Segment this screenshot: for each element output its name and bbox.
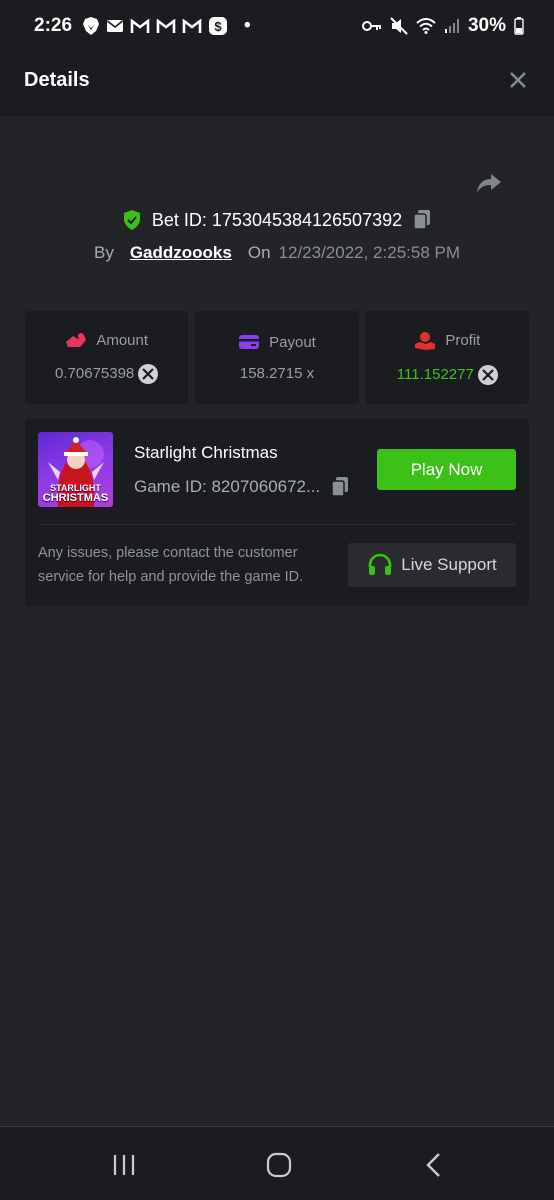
cashapp-icon: $	[208, 16, 228, 36]
close-icon	[510, 72, 526, 88]
system-nav-bar	[0, 1126, 554, 1200]
bet-datetime: 12/23/2022, 2:25:58 PM	[278, 243, 461, 262]
game-id-text: Game ID: 8207060672...	[134, 477, 321, 496]
mute-icon	[390, 17, 408, 35]
bet-owner-row: By Gaddzoooks On 12/23/2022, 2:25:58 PM	[0, 240, 554, 266]
currency-coin-icon	[138, 363, 159, 384]
back-icon	[426, 1153, 440, 1177]
profit-label: Profit	[445, 332, 481, 349]
verified-shield-icon	[122, 209, 142, 231]
copy-bet-id-button[interactable]	[412, 209, 432, 231]
page-title: Details	[24, 68, 90, 91]
game-id-row: Game ID: 8207060672...	[134, 476, 350, 498]
username-link[interactable]: Gaddzoooks	[130, 243, 232, 263]
payout-value: 158.2715 x	[239, 365, 315, 382]
brave-icon	[82, 16, 100, 36]
gmail-icon	[130, 18, 150, 34]
amount-icon	[65, 332, 87, 350]
notification-dot: •	[244, 15, 251, 36]
signal-icon	[444, 18, 460, 34]
bet-id-row: Bet ID: 1753045384126507392	[0, 206, 554, 234]
copy-icon	[413, 210, 431, 230]
game-name: Starlight Christmas	[134, 443, 278, 462]
home-button[interactable]	[259, 1149, 299, 1181]
svg-text:$: $	[214, 19, 222, 34]
game-thumbnail-title: STARLIGHT CHRISTMAS	[42, 483, 109, 504]
amount-value: 0.70675398	[55, 365, 135, 382]
currency-coin-icon	[477, 364, 498, 385]
payout-label: Payout	[269, 333, 316, 351]
on-label: On	[247, 243, 271, 262]
support-help-text: Any issues, please contact the customer …	[38, 545, 304, 585]
play-now-button[interactable]: Play Now	[377, 449, 516, 490]
home-icon	[266, 1152, 292, 1178]
recent-apps-button[interactable]	[104, 1149, 144, 1181]
amount-label: Amount	[96, 332, 149, 349]
status-right: 30%	[361, 15, 524, 37]
wifi-icon	[416, 18, 436, 34]
game-thumbnail[interactable]: STARLIGHT CHRISTMAS	[38, 432, 113, 507]
share-icon	[477, 174, 501, 193]
payout-card-icon	[238, 333, 260, 351]
copy-icon	[331, 477, 349, 497]
game-card: STARLIGHT CHRISTMAS Starlight Christmas …	[25, 419, 529, 606]
gmail-icon	[156, 18, 176, 34]
bet-stats: Amount 0.70675398 Payout 158.2715 x Prof…	[25, 311, 529, 404]
close-button[interactable]	[506, 68, 530, 92]
battery-percent: 30%	[467, 15, 506, 36]
divider	[38, 524, 516, 525]
bet-id-label: Bet ID:	[151, 209, 207, 230]
details-header: Details	[0, 44, 554, 116]
gmail-icon	[182, 18, 202, 34]
by-label: By	[93, 243, 114, 262]
profit-stat: Profit 111.152277	[365, 311, 529, 404]
share-button[interactable]	[474, 168, 504, 198]
live-support-label: Live Support	[401, 555, 497, 574]
profit-value: 111.152277	[396, 366, 474, 383]
mail-icon	[106, 19, 124, 33]
bet-id-value: 1753045384126507392	[211, 209, 403, 230]
battery-icon	[514, 17, 524, 35]
status-left: 2:26 $ •	[34, 15, 362, 37]
back-button[interactable]	[414, 1149, 454, 1181]
recent-apps-icon	[113, 1155, 135, 1175]
clock: 2:26	[34, 15, 73, 36]
key-icon	[361, 20, 382, 32]
copy-game-id-button[interactable]	[330, 476, 350, 498]
amount-stat: Amount 0.70675398	[25, 311, 189, 404]
headset-icon	[368, 553, 392, 575]
live-support-button[interactable]: Live Support	[348, 543, 516, 587]
profit-hand-icon	[414, 331, 436, 351]
payout-stat: Payout 158.2715 x	[195, 311, 359, 404]
